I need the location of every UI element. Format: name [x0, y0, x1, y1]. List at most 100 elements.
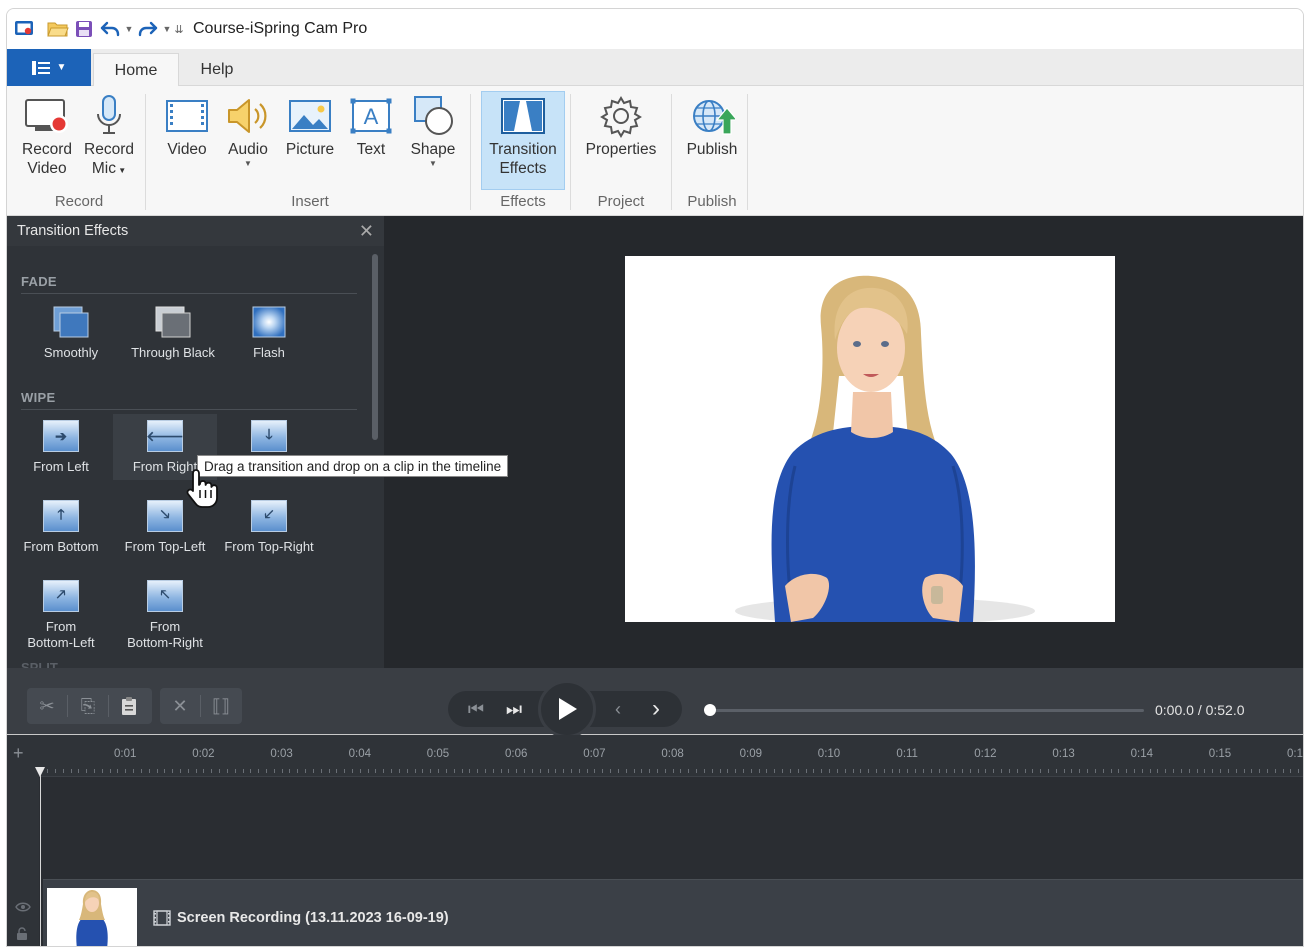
- properties-label: Properties: [585, 141, 657, 158]
- ruler-minor-tick: [829, 769, 830, 773]
- empty-track[interactable]: [39, 777, 1303, 873]
- transition-label: From Top-Right: [224, 539, 314, 554]
- play-icon: [559, 698, 577, 720]
- ruler-minor-tick: [203, 769, 205, 773]
- insert-video-button[interactable]: Video: [157, 92, 217, 188]
- preview-area: [384, 216, 1303, 668]
- play-button[interactable]: [538, 680, 596, 738]
- ruler-minor-tick: [531, 769, 533, 773]
- ruler-minor-tick: [500, 769, 502, 773]
- timeline-ruler[interactable]: 0:01 0:02 0:03 0:04 0:05 0:06 0:07 0:08 0:09 0:10…: [39, 735, 1303, 777]
- ruler-minor-tick: [977, 769, 979, 773]
- ruler-minor-tick: [1126, 769, 1128, 773]
- ruler-minor-tick: [883, 769, 885, 773]
- tab-help[interactable]: Help: [179, 53, 255, 87]
- ruler-minor-tick: [1134, 769, 1135, 773]
- ruler-tick-label: 0:13: [1052, 748, 1075, 760]
- customize-toolbar-icon[interactable]: ⇊: [173, 16, 185, 42]
- record-mic-button[interactable]: Record Mic ▼: [79, 92, 139, 188]
- transition-from-left[interactable]: ➔ From Left: [9, 414, 113, 480]
- insert-shape-button[interactable]: Shape ▼: [403, 92, 463, 188]
- ruler-minor-tick: [1188, 769, 1190, 773]
- ruler-minor-tick: [453, 769, 455, 773]
- transition-effects-panel: Transition Effects ✕ FADE Smoothly Throu…: [7, 216, 384, 668]
- arrow-left-icon: 🡐: [146, 420, 184, 452]
- ruler-minor-tick: [383, 769, 385, 773]
- file-menu-icon: [31, 60, 50, 75]
- undo-icon[interactable]: [97, 16, 123, 42]
- transition-smoothly[interactable]: Smoothly: [19, 300, 123, 366]
- add-track-icon[interactable]: +: [13, 743, 24, 764]
- transition-effects-label-2: Effects: [499, 160, 547, 177]
- ruler-minor-tick: [539, 769, 541, 773]
- save-icon[interactable]: [71, 16, 97, 42]
- transition-label: Smoothly: [43, 345, 99, 360]
- ruler-minor-tick: [195, 769, 197, 773]
- transition-from-top-right[interactable]: 🡗 From Top-Right: [217, 494, 321, 560]
- transition-label: From Left: [33, 459, 89, 474]
- ruler-minor-tick: [813, 769, 815, 773]
- properties-button[interactable]: Properties: [579, 92, 663, 188]
- undo-dropdown-icon[interactable]: ▼: [123, 16, 135, 42]
- skip-to-start-icon[interactable]: ⏮: [456, 691, 496, 727]
- file-menu-button[interactable]: ▼: [7, 49, 91, 86]
- panel-scrollbar[interactable]: [372, 254, 378, 440]
- lock-icon[interactable]: [15, 927, 29, 946]
- transition-flash[interactable]: Flash: [217, 300, 321, 366]
- transition-effects-button[interactable]: Transition Effects: [481, 91, 565, 190]
- seek-bar[interactable]: [710, 709, 1144, 712]
- ruler-minor-tick: [727, 769, 729, 773]
- cut-icon[interactable]: ✂: [27, 688, 67, 724]
- ruler-minor-tick: [602, 769, 604, 773]
- redo-dropdown-icon[interactable]: ▼: [161, 16, 173, 42]
- publish-label: Publish: [686, 141, 738, 158]
- paste-icon[interactable]: [109, 688, 149, 724]
- ruler-minor-tick: [172, 769, 174, 773]
- previous-marker-icon[interactable]: ‹: [598, 691, 638, 727]
- eye-icon[interactable]: [15, 899, 31, 917]
- edit-toolbar: ✂ ⎘: [27, 688, 152, 724]
- delete-icon[interactable]: ✕: [160, 688, 200, 724]
- split-clip-icon[interactable]: ⟦⟧: [201, 688, 241, 724]
- picture-icon: [288, 92, 332, 140]
- transition-from-bottom-right[interactable]: 🡔 From Bottom-Right: [113, 574, 217, 654]
- open-folder-icon[interactable]: [45, 16, 71, 42]
- insert-audio-button[interactable]: Audio ▼: [219, 92, 277, 188]
- playhead-line: [40, 775, 41, 946]
- insert-picture-button[interactable]: Picture: [279, 92, 341, 188]
- timeline: + 0:01 0:02 0:03 0:04 0:05 0:06 0:07 0:08 0:09 0:…: [7, 735, 1303, 946]
- ruler-minor-tick: [508, 769, 510, 773]
- redo-icon[interactable]: [135, 16, 161, 42]
- copy-icon[interactable]: ⎘: [68, 688, 108, 724]
- ruler-tick-label: 0:14: [1130, 748, 1153, 760]
- video-preview-canvas[interactable]: [625, 256, 1115, 622]
- next-frame-icon[interactable]: ⏭: [494, 691, 534, 727]
- close-icon[interactable]: ✕: [359, 221, 374, 242]
- seek-handle[interactable]: [704, 704, 716, 716]
- insert-text-button[interactable]: A Text: [343, 92, 399, 188]
- transition-through-black[interactable]: Through Black: [121, 300, 225, 366]
- transition-label: From Top-Left: [124, 539, 206, 554]
- transition-from-bottom-left[interactable]: 🡕 From Bottom-Left: [9, 574, 113, 654]
- ruler-tick-label: 0:08: [661, 748, 684, 760]
- record-video-button[interactable]: Record Video: [17, 92, 77, 188]
- tab-home[interactable]: Home: [93, 53, 179, 87]
- speaker-icon: [225, 92, 271, 140]
- ruler-minor-tick: [711, 769, 713, 773]
- ruler-minor-tick: [555, 769, 557, 773]
- ruler-minor-tick: [156, 769, 158, 773]
- ruler-minor-tick: [985, 769, 987, 773]
- ruler-minor-tick: [469, 769, 471, 773]
- ruler-minor-tick: [101, 769, 103, 773]
- timeline-clip[interactable]: Screen Recording (13.11.2023 16-09-19): [43, 879, 1303, 946]
- publish-button[interactable]: Publish: [677, 92, 747, 188]
- ruler-minor-tick: [821, 769, 823, 773]
- arrow-up-left-icon: 🡔: [147, 580, 183, 612]
- ruler-minor-tick: [320, 769, 322, 773]
- ruler-minor-tick: [750, 769, 752, 773]
- category-wipe: WIPE: [21, 390, 357, 410]
- next-marker-icon[interactable]: ›: [636, 691, 676, 727]
- transition-from-bottom[interactable]: 🡑 From Bottom: [9, 494, 113, 560]
- ruler-tick-label: 0:01: [113, 748, 137, 760]
- ruler-minor-tick: [961, 769, 963, 773]
